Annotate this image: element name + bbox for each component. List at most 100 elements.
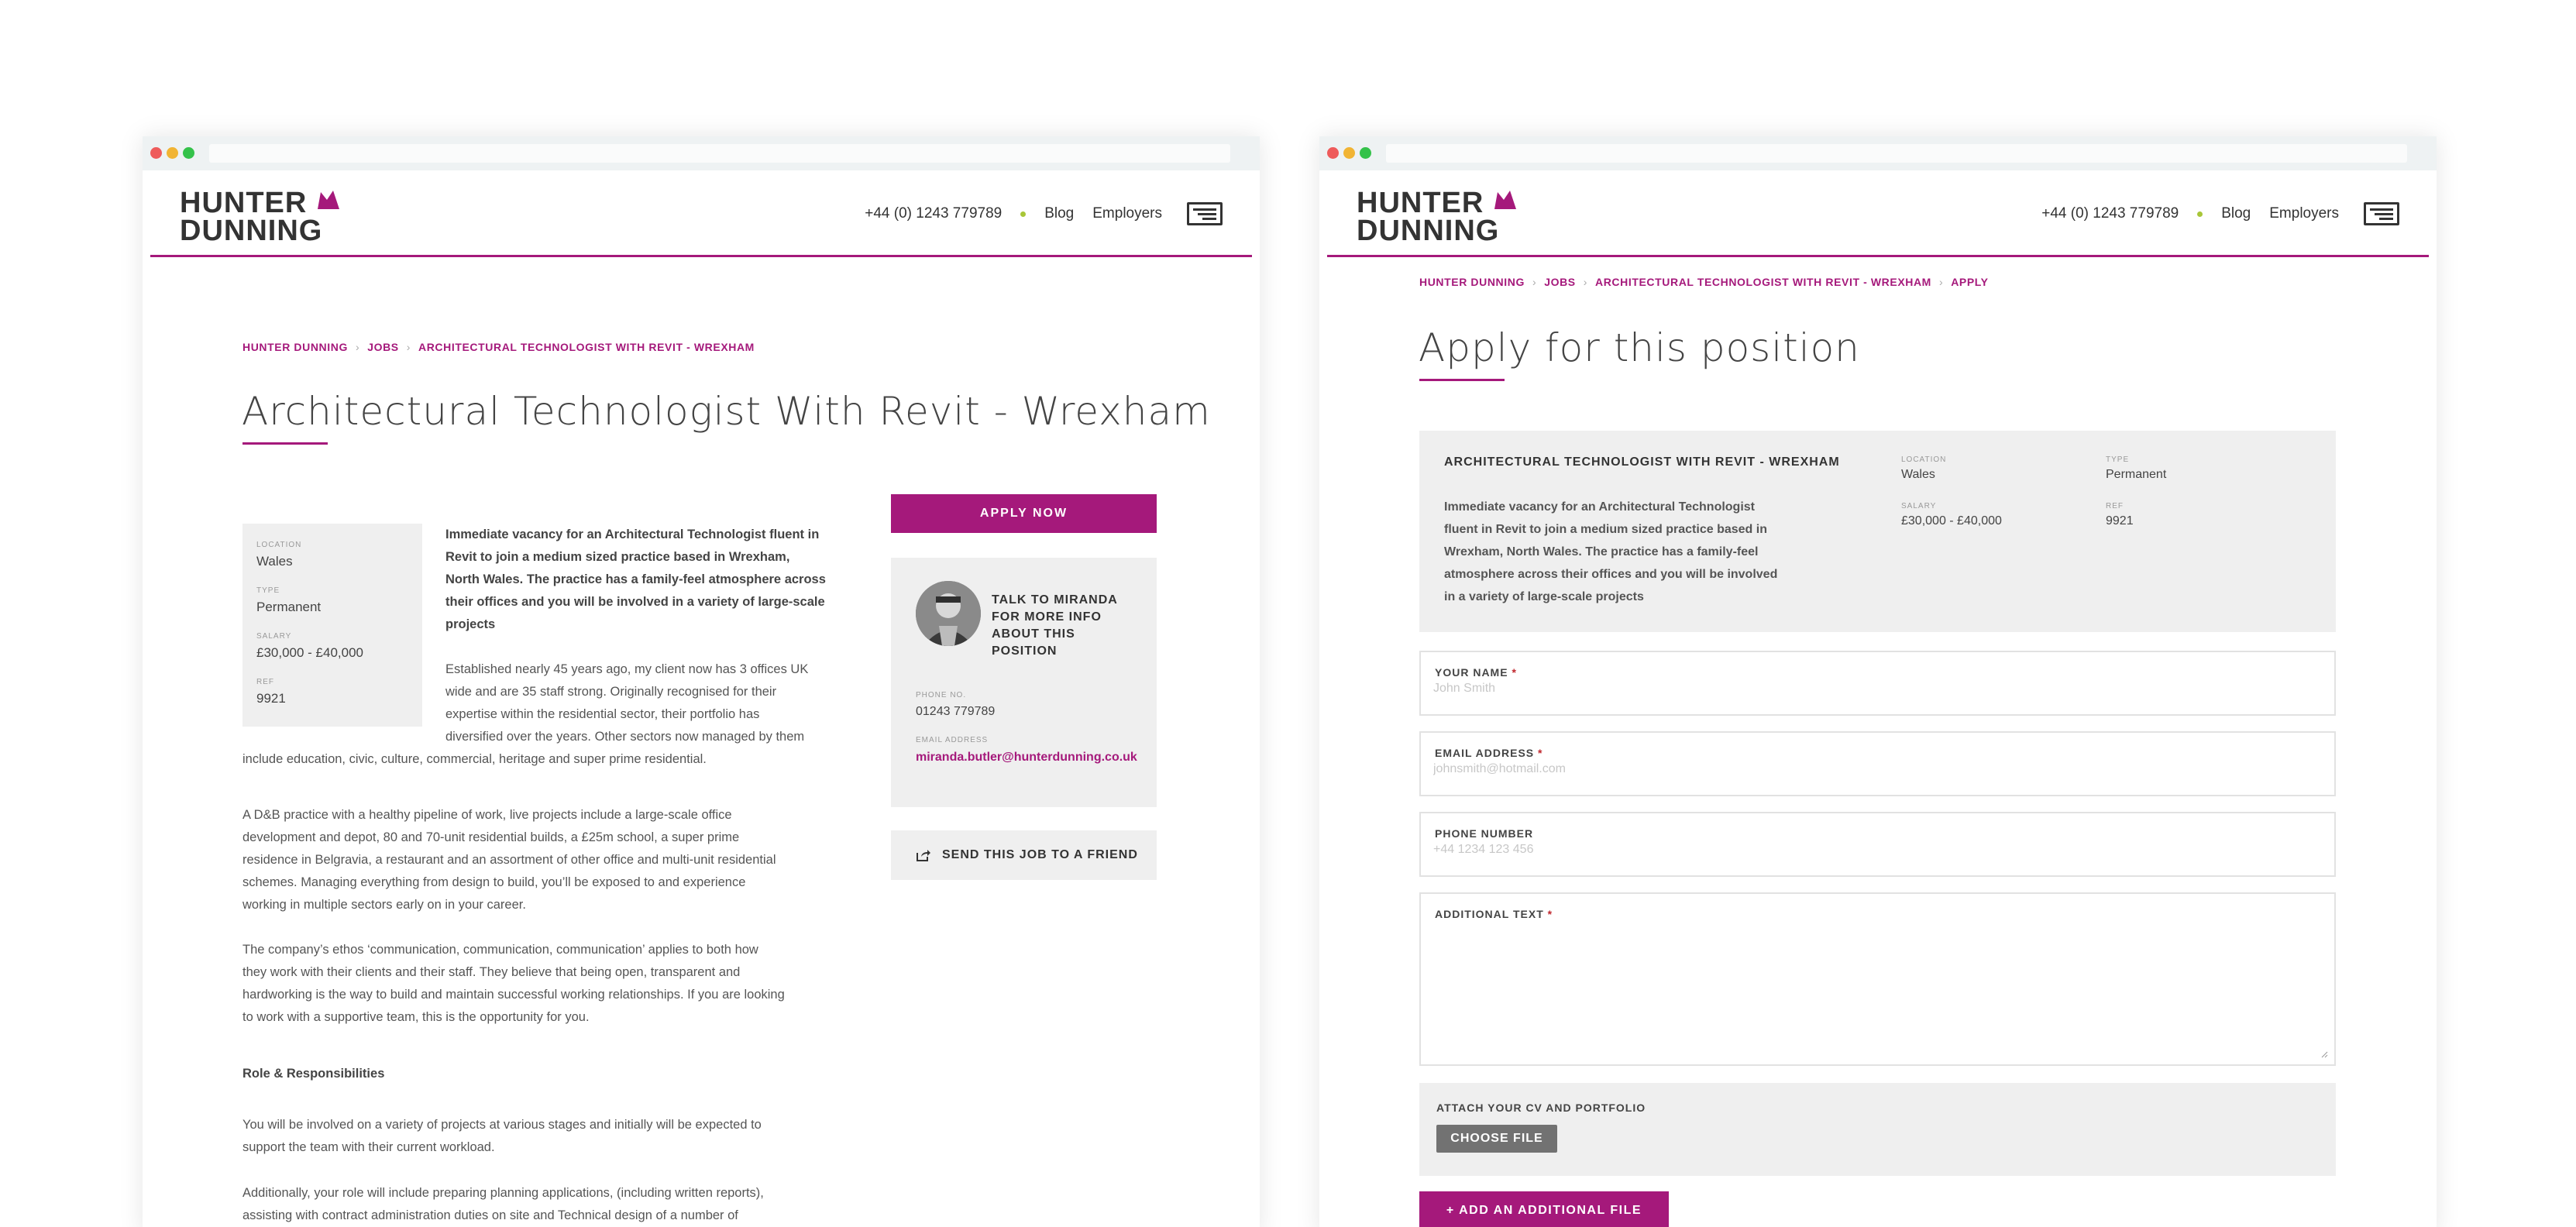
hamburger-menu-icon[interactable] (2364, 202, 2399, 225)
nav-link-blog[interactable]: Blog (2221, 205, 2251, 222)
send-to-friend-button[interactable]: SEND THIS JOB TO A FRIEND (891, 830, 1157, 880)
email-input[interactable] (1433, 762, 1898, 776)
meta-value-type: Permanent (256, 600, 322, 614)
send-to-friend-label: SEND THIS JOB TO A FRIEND (942, 848, 1138, 861)
logo-line-1: HUNTER (180, 187, 308, 219)
meta-value: Permanent (2106, 468, 2167, 481)
para-line: diversified over the years. Other sector… (445, 730, 805, 744)
meta-value: 9921 (2106, 514, 2134, 528)
nav-link-blog[interactable]: Blog (1044, 205, 1074, 222)
nav-link-employers[interactable]: Employers (1092, 205, 1162, 222)
name-input[interactable] (1433, 682, 1898, 696)
address-bar[interactable] (209, 144, 1230, 163)
meta-ref: REF 9921 (2106, 502, 2134, 545)
meta-salary: SALARY £30,000 - £40,000 (1901, 502, 2002, 545)
browser-chrome (143, 136, 1260, 170)
para-line: they work with their clients and their s… (242, 965, 741, 979)
logo[interactable]: HUNTER DUNNING (1357, 187, 1516, 247)
title-underline (1419, 379, 1505, 381)
maximize-window-icon[interactable] (183, 147, 194, 159)
intro-line: Revit to join a medium sized practice ba… (445, 550, 790, 564)
para-line: The company’s ethos ‘communication, comm… (242, 943, 758, 957)
breadcrumb-current[interactable]: ARCHITECTURAL TECHNOLOGIST WITH REVIT - … (418, 341, 755, 353)
job-paragraph-1: Established nearly 45 years ago, my clie… (445, 658, 864, 748)
name-label-text: YOUR NAME (1435, 666, 1508, 679)
minimize-window-icon[interactable] (1343, 147, 1355, 159)
desc-line: Wrexham, North Wales. The practice has a… (1444, 545, 1759, 559)
logo[interactable]: HUNTER DUNNING (180, 187, 339, 246)
role-heading: Role & Responsibilities (242, 1067, 385, 1081)
add-file-button[interactable]: + ADD AN ADDITIONAL FILE (1419, 1191, 1669, 1227)
meta-value: Wales (1901, 468, 1935, 481)
additional-text-field[interactable]: ADDITIONAL TEXT * (1419, 892, 2336, 1066)
meta-label: LOCATION (1901, 455, 1947, 464)
job-summary-description: Immediate vacancy for an Architectural T… (1444, 496, 1824, 608)
para-line: hardworking is the way to build and main… (242, 988, 785, 1002)
para-line: development and depot, 80 and 70-unit re… (242, 830, 740, 844)
name-field[interactable]: YOUR NAME * (1419, 651, 2336, 716)
chevron-right-icon: › (1583, 276, 1588, 288)
nav-phone-link[interactable]: +44 (0) 1243 779789 (2041, 205, 2179, 222)
meta-value-ref: 9921 (256, 691, 286, 706)
nav-separator-dot (2197, 211, 2203, 217)
breadcrumb-home[interactable]: HUNTER DUNNING (242, 341, 348, 353)
phone-value[interactable]: 01243 779789 (916, 705, 995, 719)
email-field[interactable]: EMAIL ADDRESS * (1419, 731, 2336, 796)
main-nav: +44 (0) 1243 779789 Blog Employers (865, 170, 1252, 257)
meta-value: £30,000 - £40,000 (1901, 514, 2002, 528)
meta-label-location: LOCATION (256, 541, 302, 549)
name-label: YOUR NAME * (1435, 666, 1517, 679)
para-line: wide and are 35 staff strong. Originally… (445, 685, 777, 699)
site-header: HUNTER DUNNING +44 (0) 1243 779789 Blog … (150, 170, 1252, 257)
job-paragraph-3: The company’s ethos ‘communication, comm… (242, 939, 862, 1029)
breadcrumb-job[interactable]: ARCHITECTURAL TECHNOLOGIST WITH REVIT - … (1595, 276, 1931, 288)
address-bar[interactable] (1386, 144, 2407, 163)
intro-line: North Wales. The practice has a family-f… (445, 572, 826, 586)
required-mark: * (1547, 908, 1553, 920)
minimize-window-icon[interactable] (167, 147, 178, 159)
apply-now-button[interactable]: APPLY NOW (891, 494, 1157, 533)
close-window-icon[interactable] (1327, 147, 1339, 159)
crown-icon (318, 191, 339, 209)
job-intro: Immediate vacancy for an Architectural T… (445, 524, 848, 636)
breadcrumb-jobs[interactable]: JOBS (367, 341, 399, 353)
meta-label-salary: SALARY (256, 632, 292, 641)
choose-file-button[interactable]: CHOOSE FILE (1436, 1125, 1557, 1153)
meta-label-type: TYPE (256, 586, 280, 595)
meta-value-salary: £30,000 - £40,000 (256, 645, 364, 660)
para-line: support the team with their current work… (242, 1140, 495, 1154)
job-paragraph-4: You will be involved on a variety of pro… (242, 1114, 862, 1159)
resize-grip-icon[interactable] (2320, 1050, 2328, 1058)
phone-field[interactable]: PHONE NUMBER (1419, 812, 2336, 877)
logo-line-2: DUNNING (1357, 215, 1500, 247)
breadcrumb-current[interactable]: APPLY (1951, 276, 1988, 288)
nav-link-employers[interactable]: Employers (2269, 205, 2339, 222)
job-paragraph-1-end: include education, civic, culture, comme… (242, 752, 707, 766)
hamburger-menu-icon[interactable] (1187, 202, 1223, 225)
job-paragraph-2: A D&B practice with a healthy pipeline o… (242, 804, 862, 916)
additional-text-label: ADDITIONAL TEXT * (1435, 908, 1553, 920)
close-window-icon[interactable] (150, 147, 162, 159)
meta-label: TYPE (2106, 455, 2130, 464)
meta-label-ref: REF (256, 678, 274, 686)
phone-input[interactable] (1433, 843, 1898, 857)
para-line: schemes. Managing everything from design… (242, 875, 746, 889)
email-link[interactable]: miranda.butler@hunterdunning.co.uk (916, 750, 1140, 765)
breadcrumb-home[interactable]: HUNTER DUNNING (1419, 276, 1525, 288)
browser-chrome (1319, 136, 2437, 170)
para-line: to work with a supportive team, this is … (242, 1010, 590, 1024)
additional-text-input[interactable] (1433, 925, 2322, 1053)
phone-label: PHONE NO. (916, 691, 967, 699)
maximize-window-icon[interactable] (1360, 147, 1371, 159)
crown-icon (1494, 191, 1516, 209)
nav-separator-dot (1020, 211, 1027, 217)
job-summary-box: ARCHITECTURAL TECHNOLOGIST WITH REVIT - … (1419, 431, 2336, 632)
para-line: working in multiple sectors early on in … (242, 898, 526, 912)
breadcrumb-jobs[interactable]: JOBS (1544, 276, 1576, 288)
main-nav: +44 (0) 1243 779789 Blog Employers (2041, 170, 2429, 257)
nav-phone-link[interactable]: +44 (0) 1243 779789 (865, 205, 1002, 222)
desc-line: fluent in Revit to join a medium sized p… (1444, 523, 1767, 536)
logo-line-1: HUNTER (1357, 187, 1484, 219)
chevron-right-icon: › (1938, 276, 1944, 288)
title-underline (242, 442, 328, 445)
